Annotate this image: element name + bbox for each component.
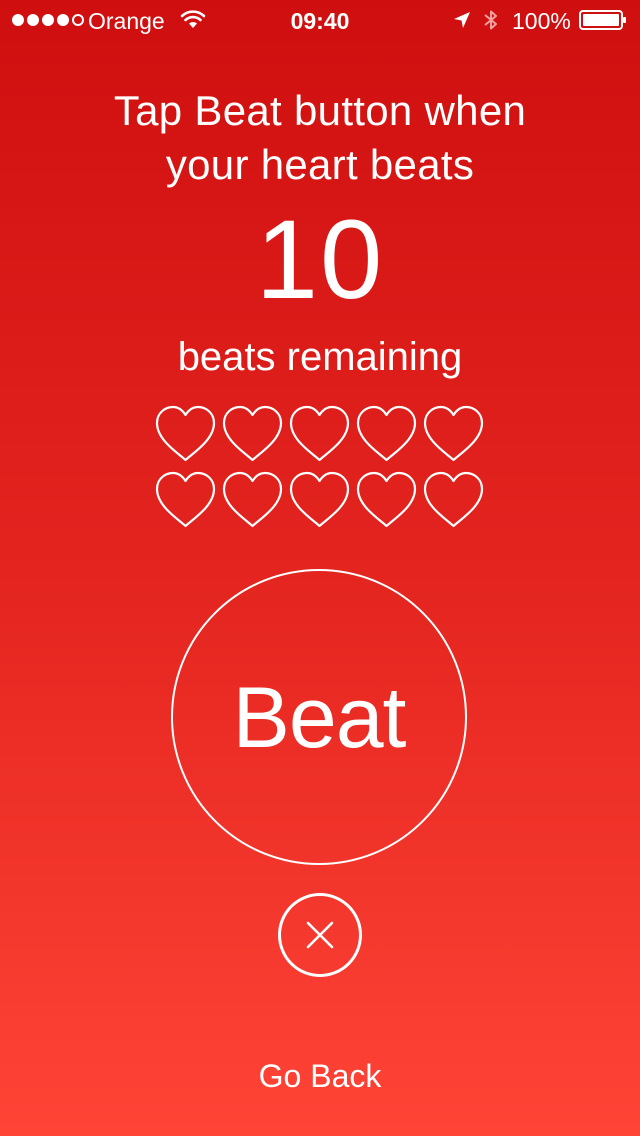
beat-button[interactable]: Beat	[171, 569, 467, 865]
instruction-line-2: your heart beats	[165, 141, 475, 188]
battery-icon	[579, 10, 627, 30]
bluetooth-icon	[482, 8, 500, 38]
heart-outline-icon	[286, 468, 353, 532]
heart-outline-icon	[420, 402, 487, 466]
heart-outline-icon	[219, 468, 286, 532]
beat-button-label: Beat	[232, 669, 407, 766]
heart-outline-icon	[219, 402, 286, 466]
heart-outline-icon	[152, 468, 219, 532]
status-bar: Orange 09:40 100%	[0, 0, 640, 40]
location-arrow-icon	[452, 10, 472, 36]
heart-outline-icon	[286, 402, 353, 466]
heart-outline-icon	[420, 468, 487, 532]
instruction-text: Tap Beat button when your heart beats	[0, 84, 640, 192]
close-icon	[306, 921, 334, 949]
go-back-link[interactable]: Go Back	[0, 1056, 640, 1096]
heart-outline-icon	[353, 468, 420, 532]
beats-remaining-label: beats remaining	[177, 335, 463, 379]
heart-progress-grid	[152, 402, 492, 534]
heart-outline-icon	[353, 402, 420, 466]
battery-percentage: 100%	[512, 8, 571, 34]
instruction-line-1: Tap Beat button when	[113, 87, 527, 134]
heart-outline-icon	[152, 402, 219, 466]
close-button[interactable]	[278, 893, 362, 977]
beats-counter: 10	[255, 197, 385, 322]
